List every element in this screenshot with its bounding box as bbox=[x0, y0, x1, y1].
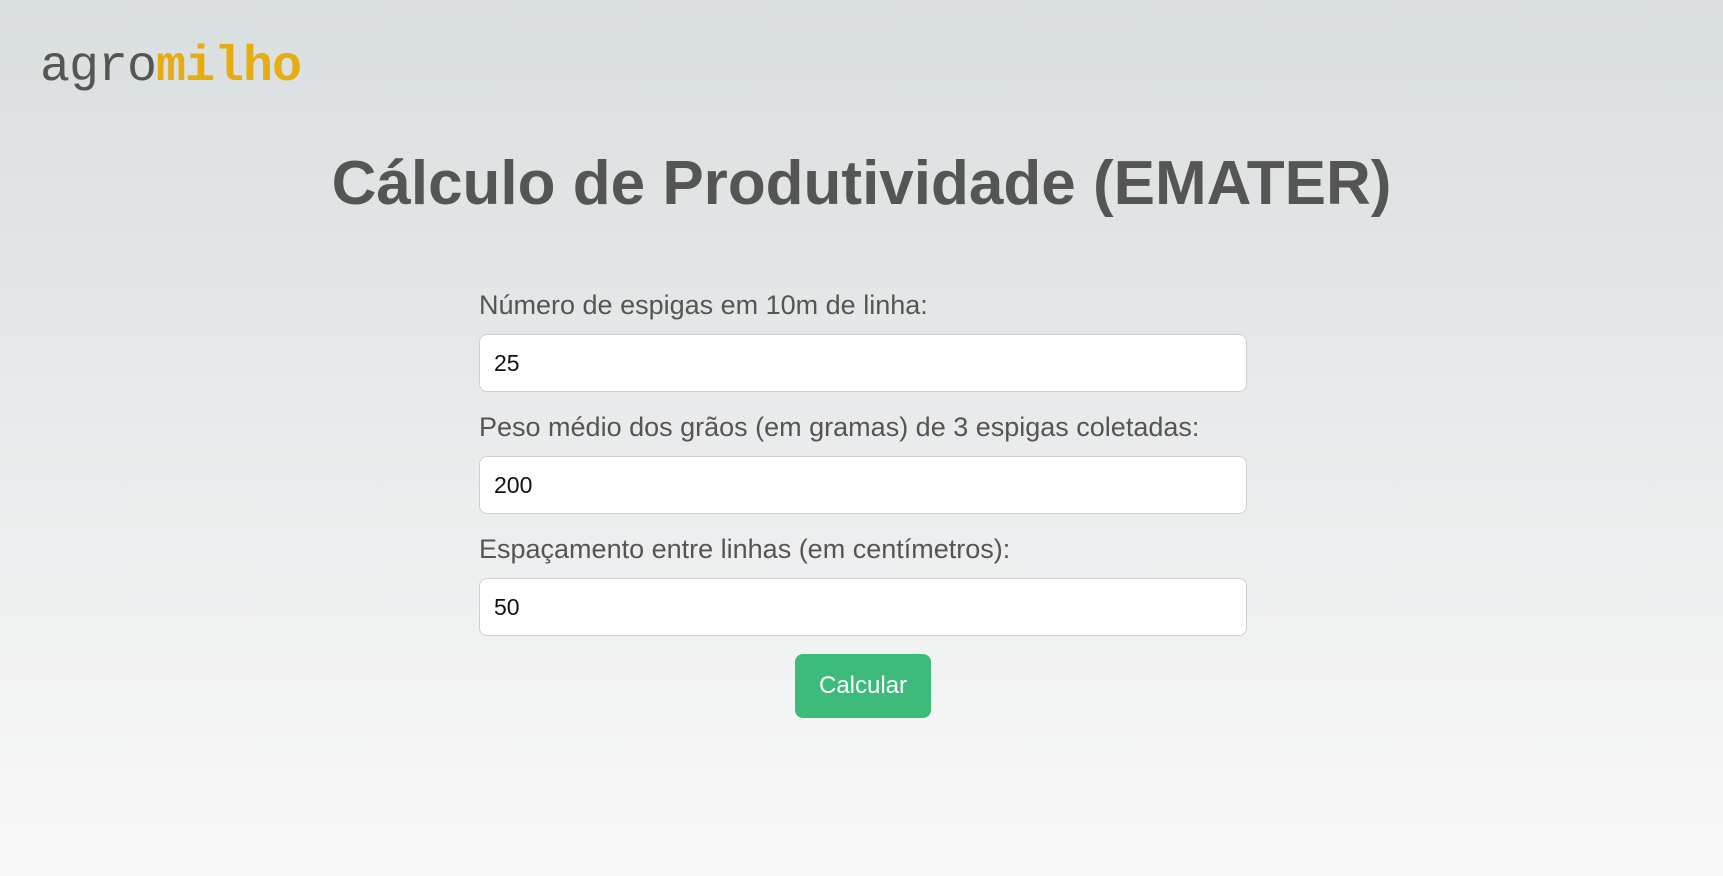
logo-text-agro: agro bbox=[40, 39, 157, 96]
field-grain-weight: Peso médio dos grãos (em gramas) de 3 es… bbox=[479, 410, 1247, 514]
page-title: Cálculo de Produtividade (EMATER) bbox=[331, 149, 1392, 218]
logo: agromilho bbox=[40, 38, 302, 98]
logo-text-milho: milho bbox=[156, 39, 302, 96]
submit-row: Calcular bbox=[479, 654, 1247, 718]
ears-count-input[interactable] bbox=[479, 334, 1247, 392]
ears-count-label: Número de espigas em 10m de linha: bbox=[479, 290, 928, 320]
field-row-spacing: Espaçamento entre linhas (em centímetros… bbox=[479, 532, 1247, 636]
row-spacing-label: Espaçamento entre linhas (em centímetros… bbox=[479, 534, 1011, 564]
field-ears-count: Número de espigas em 10m de linha: bbox=[479, 288, 1247, 392]
productivity-form: Número de espigas em 10m de linha: Peso … bbox=[479, 288, 1247, 718]
calculate-button[interactable]: Calcular bbox=[795, 654, 931, 718]
row-spacing-input[interactable] bbox=[479, 578, 1247, 636]
grain-weight-input[interactable] bbox=[479, 456, 1247, 514]
grain-weight-label: Peso médio dos grãos (em gramas) de 3 es… bbox=[479, 412, 1200, 442]
